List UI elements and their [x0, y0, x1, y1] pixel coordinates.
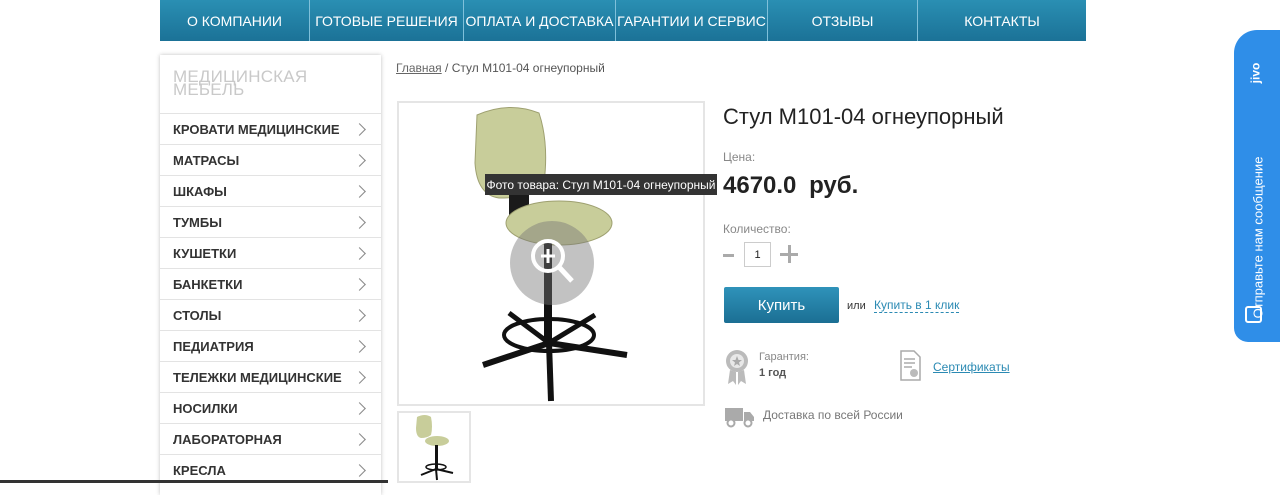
certificates-link[interactable]: Сертификаты: [933, 360, 1010, 374]
nav-item-payment-delivery[interactable]: ОПЛАТА И ДОСТАВКА: [464, 0, 616, 41]
sidebar-item-tables[interactable]: СТОЛЫ: [160, 299, 381, 330]
product-main-image[interactable]: [397, 101, 705, 406]
chevron-right-icon: [353, 432, 366, 446]
sidebar-item-pediatrics[interactable]: ПЕДИАТРИЯ: [160, 330, 381, 361]
chat-icon: [1245, 306, 1262, 323]
nav-item-contacts[interactable]: КОНТАКТЫ: [918, 0, 1086, 41]
chair-thumbnail-image: [416, 415, 454, 481]
nav-item-solutions[interactable]: ГОТОВЫЕ РЕШЕНИЯ: [310, 0, 464, 41]
sidebar-item-laboratory[interactable]: ЛАБОРАТОРНАЯ: [160, 423, 381, 454]
sidebar-item-label: ТУМБЫ: [173, 214, 222, 230]
sidebar-item-couches[interactable]: КУШЕТКИ: [160, 237, 381, 268]
sidebar-item-cabinets[interactable]: ШКАФЫ: [160, 175, 381, 206]
product-thumbnail[interactable]: [397, 411, 471, 483]
zoom-icon[interactable]: [510, 221, 594, 305]
chevron-right-icon: [353, 370, 366, 384]
breadcrumb-home-link[interactable]: Главная: [396, 61, 442, 75]
jivo-logo: jivo: [1248, 62, 1263, 84]
certificate-icon: [900, 350, 921, 381]
chevron-right-icon: [353, 246, 366, 260]
sidebar-item-label: КУШЕТКИ: [173, 245, 237, 261]
sidebar-item-label: БАНКЕТКИ: [173, 276, 243, 292]
sidebar-item-label: КРЕСЛА: [173, 462, 226, 478]
chevron-right-icon: [353, 463, 366, 477]
buy-one-click-link[interactable]: Купить в 1 клик: [874, 298, 960, 313]
chevron-right-icon: [353, 277, 366, 291]
sidebar-item-label: ЛАБОРАТОРНАЯ: [173, 431, 282, 447]
nav-item-about[interactable]: О КОМПАНИИ: [160, 0, 310, 41]
sidebar-item-mattresses[interactable]: МАТРАСЫ: [160, 144, 381, 175]
warranty-label: Гарантия:: [759, 351, 809, 363]
breadcrumb: Главная / Стул М101-04 огнеупорный: [396, 61, 605, 75]
price-label: Цена:: [723, 150, 756, 164]
delivery-truck-icon: [725, 408, 754, 428]
product-price: 4670.0 руб.: [723, 172, 859, 199]
quantity-input[interactable]: 1: [744, 242, 771, 267]
sidebar-item-carts[interactable]: ТЕЛЕЖКИ МЕДИЦИНСКИЕ: [160, 361, 381, 392]
sidebar-item-label: МАТРАСЫ: [173, 152, 240, 168]
sidebar-item-nightstands[interactable]: ТУМБЫ: [160, 206, 381, 237]
buy-button[interactable]: Купить: [724, 287, 839, 323]
sidebar-title: МЕДИЦИНСКАЯ МЕБЕЛЬ: [160, 55, 381, 113]
warranty-value: 1 год: [759, 367, 787, 379]
chevron-right-icon: [353, 308, 366, 322]
sidebar-item-label: НОСИЛКИ: [173, 400, 238, 416]
quantity-decrease-button[interactable]: [723, 244, 734, 264]
quantity-label: Количество:: [723, 222, 791, 236]
sidebar-item-label: КРОВАТИ МЕДИЦИНСКИЕ: [173, 121, 340, 137]
breadcrumb-separator: /: [445, 61, 449, 75]
sidebar-item-label: СТОЛЫ: [173, 307, 222, 323]
sidebar-item-label: ТЕЛЕЖКИ МЕДИЦИНСКИЕ: [173, 369, 342, 385]
image-tooltip: Фото товара: Стул М101-04 огнеупорный: [485, 174, 717, 195]
chevron-right-icon: [353, 122, 366, 136]
warranty-badge-icon: [726, 350, 748, 385]
sidebar-item-benches[interactable]: БАНКЕТКИ: [160, 268, 381, 299]
chevron-right-icon: [353, 401, 366, 415]
sidebar-item-stretchers[interactable]: НОСИЛКИ: [160, 392, 381, 423]
sidebar-item-beds[interactable]: КРОВАТИ МЕДИЦИНСКИЕ: [160, 113, 381, 144]
breadcrumb-current: Стул М101-04 огнеупорный: [451, 61, 605, 75]
quantity-increase-button[interactable]: [780, 244, 798, 264]
chat-widget[interactable]: jivo Отправьте нам сообщение: [1234, 30, 1280, 342]
or-label: или: [847, 300, 866, 312]
sidebar-item-label: ШКАФЫ: [173, 183, 227, 199]
chevron-right-icon: [353, 153, 366, 167]
category-sidebar: МЕДИЦИНСКАЯ МЕБЕЛЬ КРОВАТИ МЕДИЦИНСКИЕ М…: [160, 55, 381, 495]
top-navigation: О КОМПАНИИ ГОТОВЫЕ РЕШЕНИЯ ОПЛАТА И ДОСТ…: [160, 0, 1086, 41]
sidebar-item-label: ПЕДИАТРИЯ: [173, 338, 254, 354]
product-title: Стул М101-04 огнеупорный: [723, 104, 1004, 129]
chevron-right-icon: [353, 339, 366, 353]
chevron-right-icon: [353, 215, 366, 229]
delivery-info: Доставка по всей России: [763, 408, 903, 422]
nav-item-warranty-service[interactable]: ГАРАНТИИ И СЕРВИС: [616, 0, 768, 41]
nav-item-reviews[interactable]: ОТЗЫВЫ: [768, 0, 918, 41]
chevron-right-icon: [353, 184, 366, 198]
